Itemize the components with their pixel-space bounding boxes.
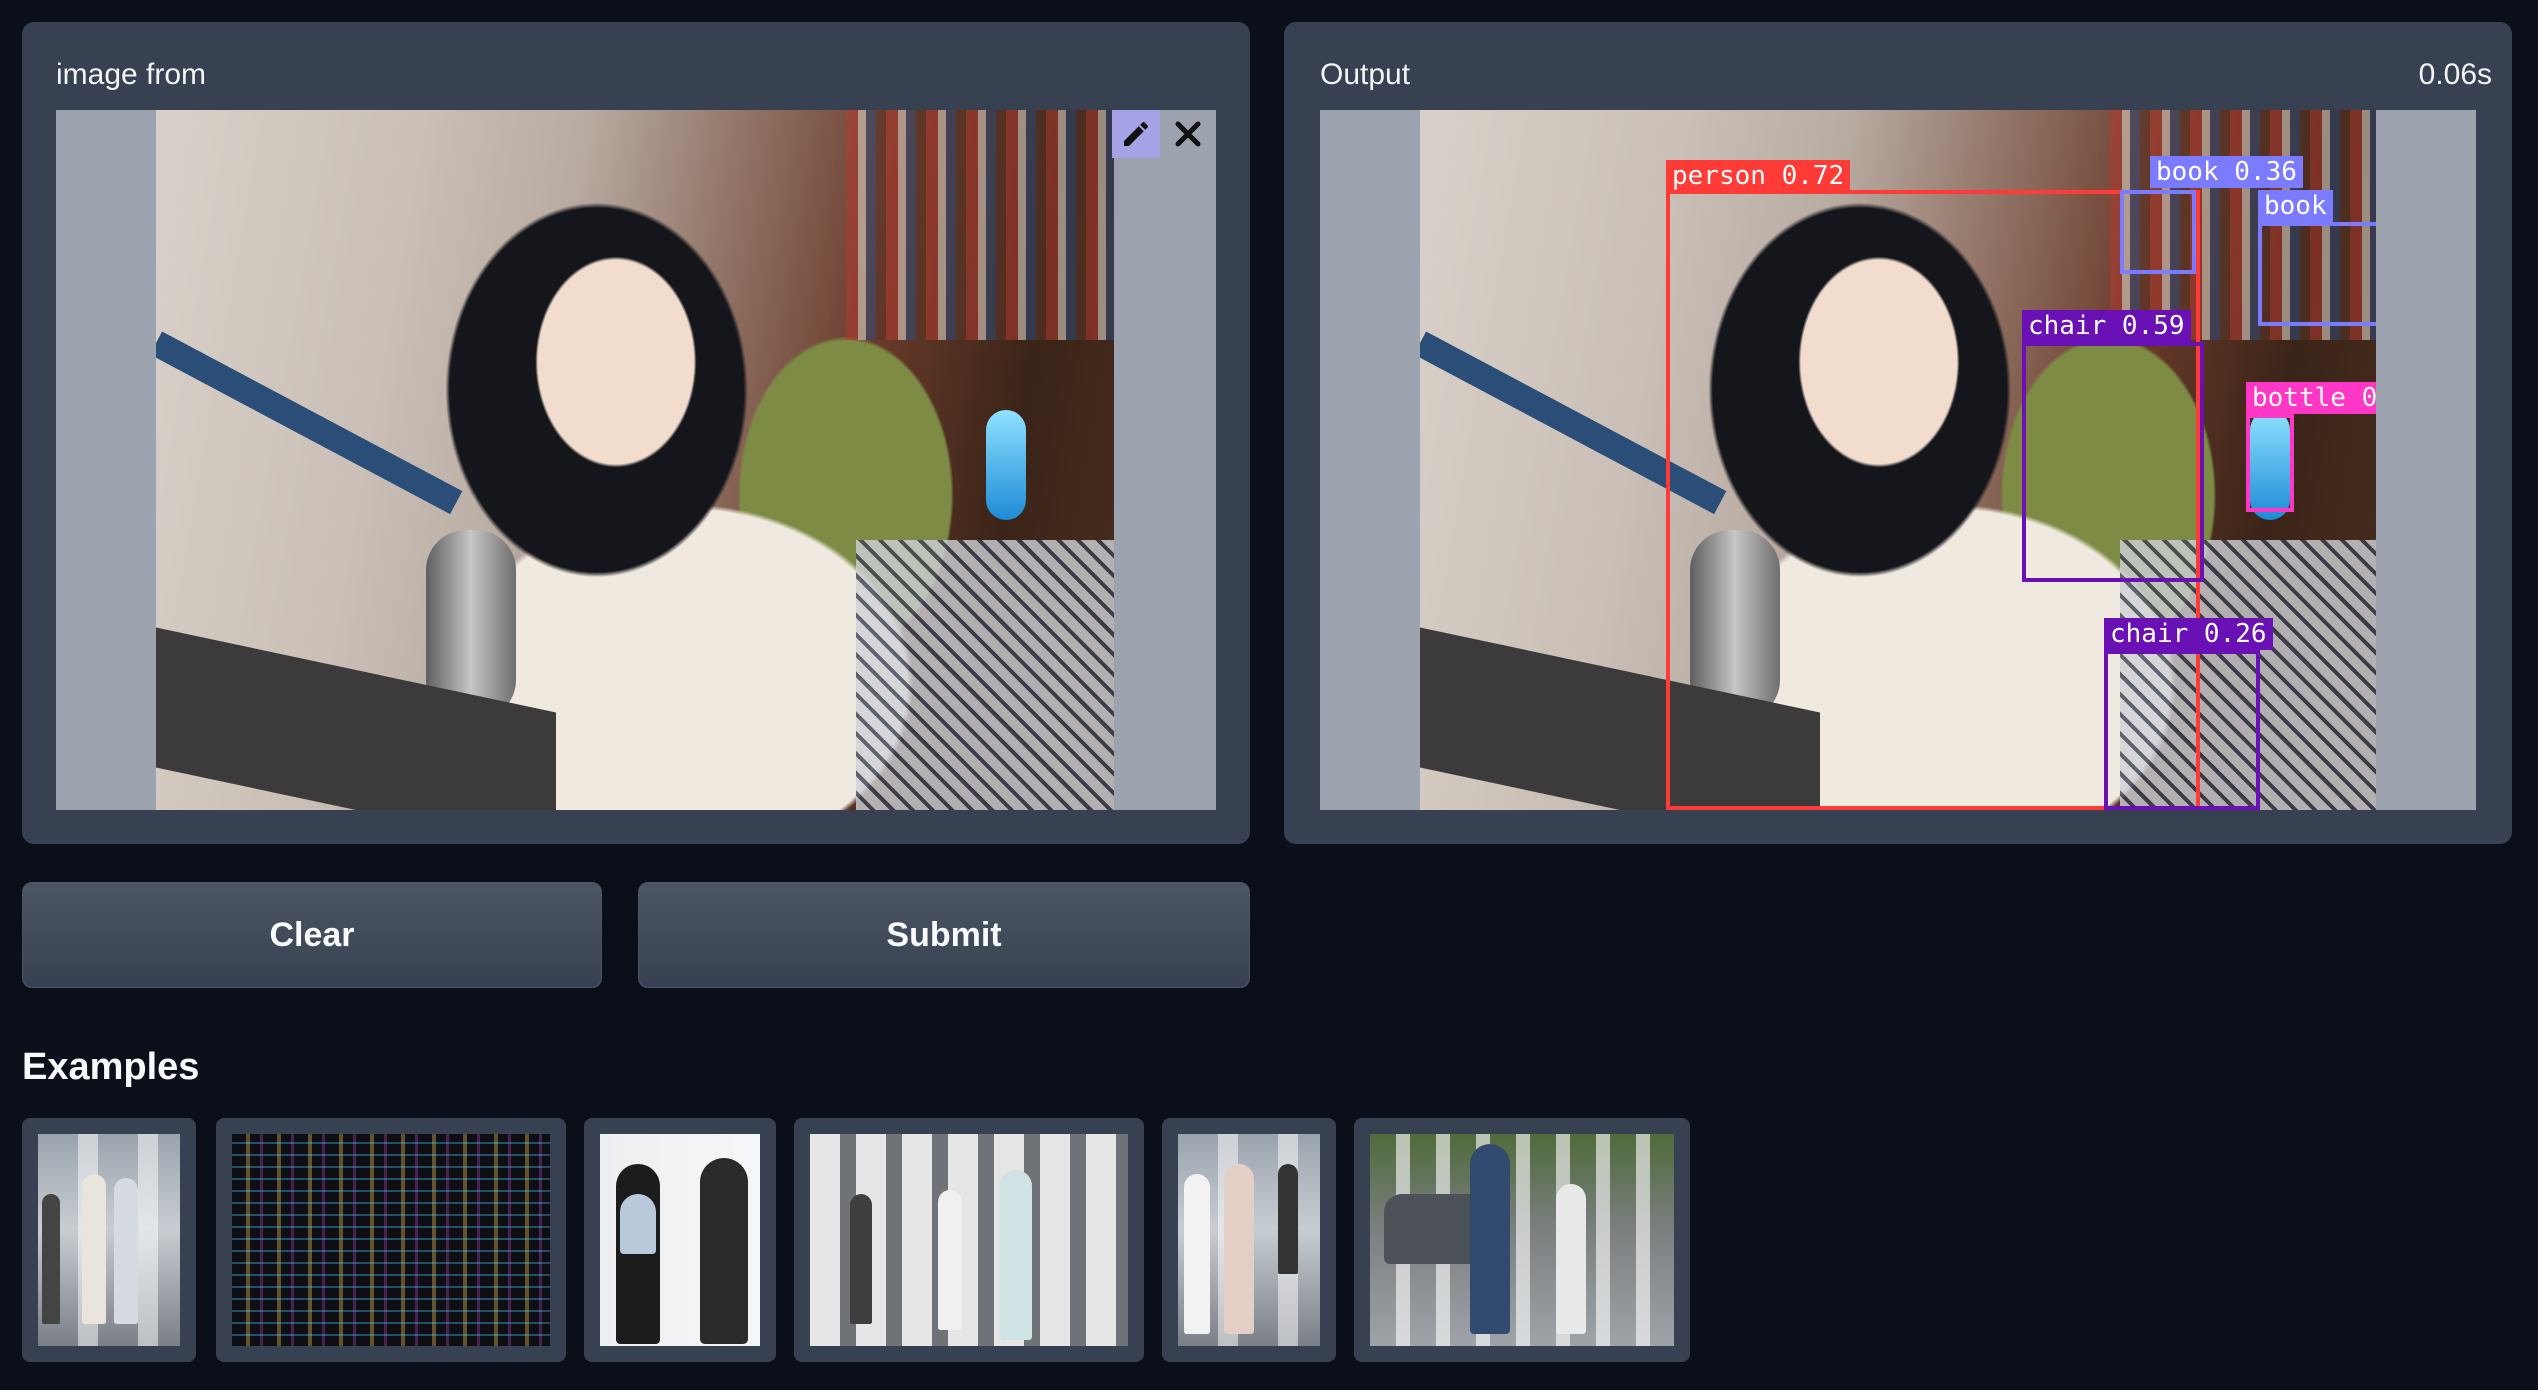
detection-label-chair-2: chair 0.26 bbox=[2104, 618, 2273, 650]
detection-label-book: book 0.36 bbox=[2150, 156, 2303, 188]
detection-box-book-2 bbox=[2258, 222, 2376, 326]
detection-box-chair bbox=[2022, 342, 2204, 582]
input-photo bbox=[156, 110, 1114, 810]
example-thumbnail-3[interactable] bbox=[584, 1118, 776, 1362]
example-image-4 bbox=[810, 1134, 1128, 1346]
example-image-1 bbox=[38, 1134, 180, 1346]
clear-button[interactable]: Clear bbox=[22, 882, 602, 988]
output-photo: person 0.72 book 0.36 book chair 0.59 bo… bbox=[1420, 110, 2376, 810]
output-panel-label: Output bbox=[1320, 58, 1411, 91]
output-image-area: person 0.72 book 0.36 book chair 0.59 bo… bbox=[1320, 110, 2476, 810]
detection-label-book-2: book bbox=[2258, 190, 2333, 222]
example-thumbnail-6[interactable] bbox=[1354, 1118, 1690, 1362]
detection-box-chair-2 bbox=[2104, 650, 2260, 810]
detection-box-bottle bbox=[2246, 414, 2294, 512]
detection-label-person: person 0.72 bbox=[1666, 160, 1851, 192]
detection-label-bottle: bottle 0 bbox=[2246, 382, 2376, 414]
example-thumbnail-2[interactable] bbox=[216, 1118, 566, 1362]
example-image-3 bbox=[600, 1134, 760, 1346]
input-image-area[interactable] bbox=[56, 110, 1216, 810]
pencil-icon bbox=[1124, 121, 1149, 146]
example-image-5 bbox=[1178, 1134, 1320, 1346]
output-image-panel: Output 0.06s person 0.72 book 0.36 book … bbox=[1284, 22, 2512, 844]
input-image-panel: image from bbox=[22, 22, 1250, 844]
example-thumbnail-1[interactable] bbox=[22, 1118, 196, 1362]
example-thumbnail-4[interactable] bbox=[794, 1118, 1144, 1362]
example-thumbnail-5[interactable] bbox=[1162, 1118, 1336, 1362]
close-icon bbox=[1175, 121, 1201, 147]
detection-box-book bbox=[2120, 190, 2196, 274]
example-image-6 bbox=[1370, 1134, 1674, 1346]
input-panel-label: image from bbox=[56, 58, 207, 91]
detection-label-chair: chair 0.59 bbox=[2022, 310, 2191, 342]
examples-heading: Examples bbox=[22, 1046, 200, 1088]
close-button[interactable] bbox=[1164, 110, 1212, 158]
inference-time: 0.06s bbox=[2418, 58, 2492, 91]
edit-button[interactable] bbox=[1112, 110, 1160, 158]
submit-button[interactable]: Submit bbox=[638, 882, 1250, 988]
example-image-2 bbox=[232, 1134, 550, 1346]
